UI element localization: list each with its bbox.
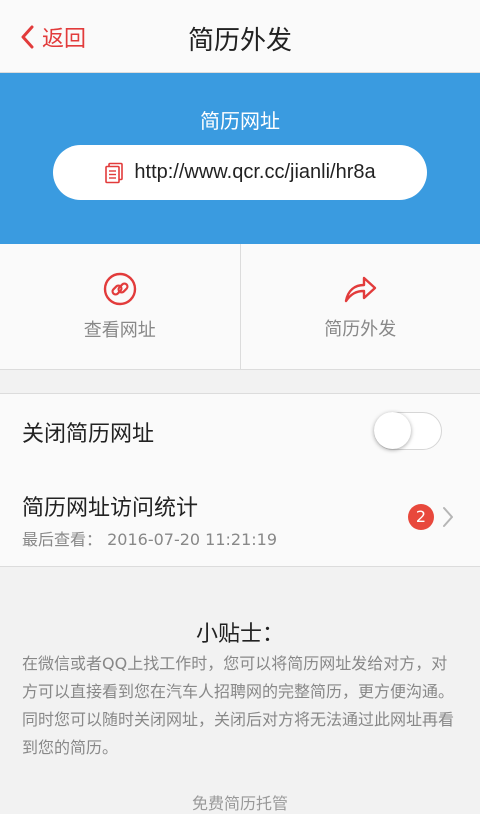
document-icon: [104, 162, 124, 184]
last-viewed-text: 最后查看： 2016-07-20 11:21:19: [22, 526, 277, 550]
chevron-left-icon: [20, 25, 34, 49]
footer-text: 免费简历托管: [0, 790, 480, 814]
action-bar: 查看网址 简历外发: [0, 244, 480, 370]
send-resume-label: 简历外发: [324, 315, 396, 341]
tips-body: 在微信或者QQ上找工作时，您可以将简历网址发给对方，对方可以直接看到您在汽车人招…: [22, 650, 462, 762]
link-icon: [103, 272, 137, 306]
toggle-knob: [374, 412, 411, 449]
top-bar: 返回 简历外发: [0, 0, 480, 73]
back-label: 返回: [42, 21, 86, 53]
tips-title: 小贴士：: [0, 616, 480, 648]
visit-stats-label: 简历网址访问统计: [22, 490, 198, 522]
url-text: http://www.qcr.cc/jianli/hr8a: [134, 161, 375, 184]
visit-count-badge: 2: [408, 504, 434, 530]
close-url-row: 关闭简历网址: [0, 393, 480, 469]
chevron-right-icon: [442, 506, 454, 528]
resume-url-banner: 简历网址 http://www.qcr.cc/jianli/hr8a: [0, 73, 480, 244]
send-resume-button[interactable]: 简历外发: [240, 244, 480, 369]
url-display[interactable]: http://www.qcr.cc/jianli/hr8a: [53, 145, 427, 200]
view-url-button[interactable]: 查看网址: [0, 244, 240, 369]
share-arrow-icon: [342, 273, 378, 305]
view-url-label: 查看网址: [84, 316, 156, 342]
banner-title: 简历网址: [0, 105, 480, 134]
close-url-toggle[interactable]: [374, 412, 442, 450]
back-button[interactable]: 返回: [20, 22, 86, 52]
close-url-label: 关闭简历网址: [22, 416, 154, 448]
visit-stats-row[interactable]: 简历网址访问统计 最后查看： 2016-07-20 11:21:19 2: [0, 468, 480, 567]
last-viewed-time: 2016-07-20 11:21:19: [107, 530, 277, 549]
last-viewed-prefix: 最后查看：: [22, 530, 102, 549]
